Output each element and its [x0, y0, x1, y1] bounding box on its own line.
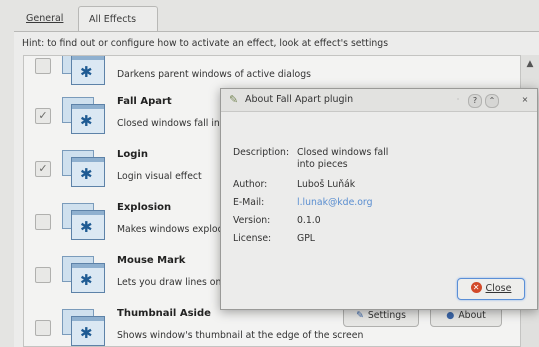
dialog-titlebar[interactable]: ✎ About Fall Apart plugin · ? ⌃ × [221, 89, 537, 112]
kde-gear-window-icon: ✱ [62, 56, 105, 85]
author-value: Luboš Luňák [297, 179, 356, 190]
effect-checkbox[interactable] [35, 267, 51, 283]
effect-checkbox[interactable] [35, 320, 51, 336]
version-value: 0.1.0 [297, 215, 321, 226]
effect-name: Login [117, 149, 148, 160]
kde-gear-window-icon: ✱ [62, 150, 105, 187]
effect-checkbox[interactable]: ✓ [35, 108, 51, 124]
effect-description: Darkens parent windows of active dialogs [117, 69, 311, 80]
hint-text: Hint: to find out or configure how to ac… [22, 38, 389, 49]
pin-icon[interactable]: · [453, 94, 463, 106]
effect-name: Mouse Mark [117, 255, 186, 266]
kde-gear-window-icon: ✱ [62, 256, 105, 293]
effect-name: Explosion [117, 202, 172, 213]
close-button[interactable]: ✕ Close [457, 278, 525, 300]
help-icon[interactable]: ? [468, 94, 482, 108]
close-icon: ✕ [470, 282, 482, 293]
kde-gear-window-icon: ✱ [62, 309, 105, 346]
list-item[interactable]: ✱ Darkens parent windows of active dialo… [24, 56, 520, 92]
author-label: Author: [233, 179, 268, 190]
effect-checkbox[interactable] [35, 58, 51, 74]
about-dialog: ✎ About Fall Apart plugin · ? ⌃ × Descri… [220, 88, 538, 310]
effect-name: Thumbnail Aside [117, 308, 211, 319]
dialog-title: About Fall Apart plugin [245, 94, 354, 105]
description-line2: into pieces [297, 159, 348, 170]
about-button-label: About [458, 310, 486, 321]
license-label: License: [233, 233, 272, 244]
tab-bar: General All Effects [14, 0, 539, 33]
tab-general[interactable]: General [16, 8, 73, 30]
plugin-icon: ✎ [229, 93, 239, 106]
close-button-label: Close [485, 283, 512, 294]
minimize-icon[interactable]: ⌃ [485, 94, 499, 108]
tab-all-effects-label: All Effects [89, 14, 137, 25]
effect-checkbox[interactable]: ✓ [35, 161, 51, 177]
settings-button-label: Settings [367, 310, 406, 321]
scroll-up-icon[interactable]: ▲ [525, 59, 535, 69]
effect-description: Shows window's thumbnail at the edge of … [117, 330, 364, 341]
effect-name: Fall Apart [117, 96, 172, 107]
email-link[interactable]: l.lunak@kde.org [297, 197, 373, 208]
description-label: Description: [233, 147, 290, 158]
email-label: E-Mail: [233, 197, 265, 208]
close-window-icon[interactable]: × [519, 94, 531, 106]
kde-gear-window-icon: ✱ [62, 203, 105, 240]
license-value: GPL [297, 233, 315, 244]
description-line1: Closed windows fall [297, 147, 389, 158]
kde-gear-window-icon: ✱ [62, 97, 105, 134]
version-label: Version: [233, 215, 271, 226]
effect-checkbox[interactable] [35, 214, 51, 230]
tab-all-effects[interactable]: All Effects [78, 6, 158, 33]
info-icon: ● [446, 310, 455, 321]
effect-description: Login visual effect [117, 171, 202, 182]
settings-icon: ✎ [356, 310, 364, 321]
